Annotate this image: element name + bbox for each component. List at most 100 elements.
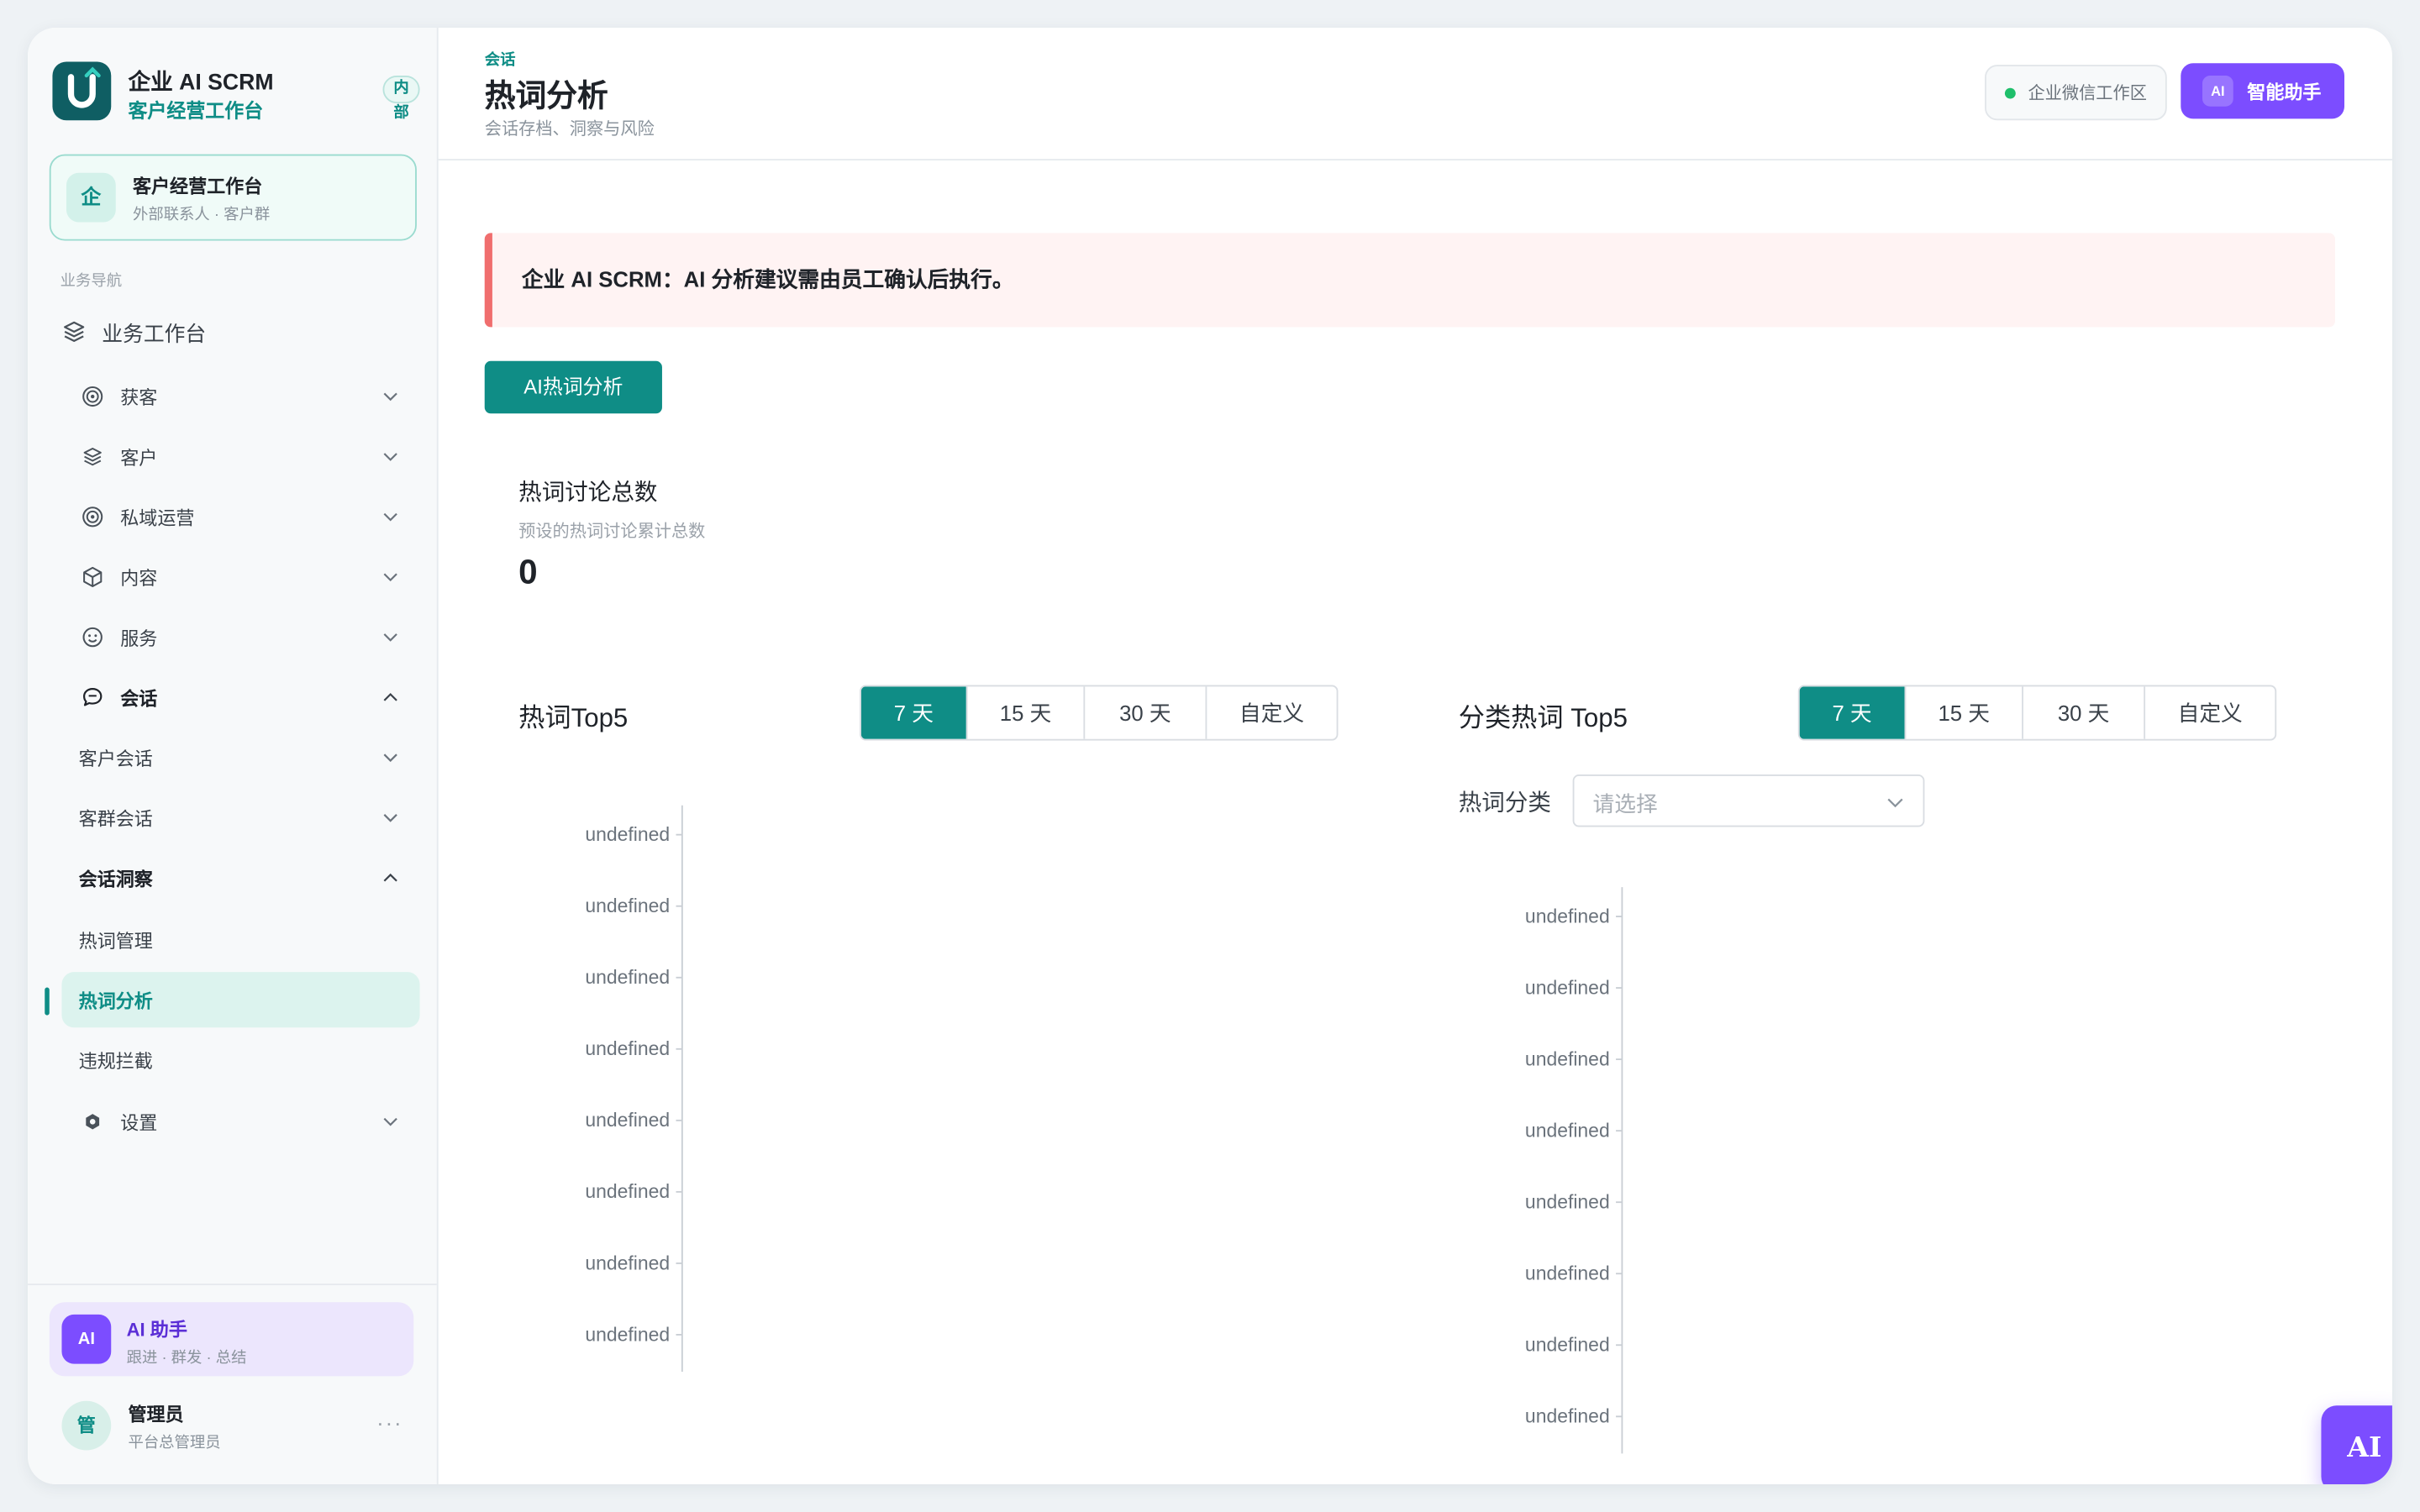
y-axis-tick-label: undefined <box>585 823 670 845</box>
brand-subtitle: 客户经营工作台 <box>128 100 264 123</box>
sidebar-item-label: 私域运营 <box>120 507 195 529</box>
chart-right-title: 分类热词 Top5 <box>1458 703 1628 733</box>
chevron-up-icon <box>383 873 397 882</box>
ai-card-subtitle: 跟进 · 群发 · 总结 <box>126 1350 247 1368</box>
breadcrumb[interactable]: 会话 <box>485 46 516 69</box>
workspace-pill-label: 企业微信工作区 <box>2028 85 2147 104</box>
hotword-category-select[interactable]: 请选择 <box>1572 774 1925 827</box>
chevron-down-icon <box>383 453 397 461</box>
sidebar-active-indicator <box>45 987 50 1016</box>
notice-accent-bar <box>484 233 492 328</box>
sidebar-item-group-conversation[interactable]: 客群会话 <box>79 793 417 843</box>
stat-title: 热词讨论总数 <box>518 480 658 507</box>
select-placeholder: 请选择 <box>1592 791 1658 816</box>
range-option-30[interactable]: 30 天 <box>2022 686 2144 739</box>
sidebar-item-customer[interactable]: 客户 <box>81 432 417 481</box>
range-option-custom[interactable]: 自定义 <box>1205 686 1336 739</box>
smile-icon <box>81 625 105 649</box>
divider <box>28 1284 437 1285</box>
sidebar-item-settings[interactable]: 设置 <box>81 1097 417 1147</box>
notice-text: 企业 AI SCRM：AI 分析建议需由员工确认后执行。 <box>521 266 1014 292</box>
ai-avatar-icon: AI <box>61 1314 112 1364</box>
brand: 企业 AI SCRM 客户经营工作台 内部 <box>52 61 420 123</box>
chevron-down-icon <box>383 512 397 522</box>
page-header: 会话 热词分析 会话存档、洞察与风险 企业微信工作区 AI 智能助手 <box>438 28 2392 161</box>
target-icon <box>81 384 105 408</box>
sidebar-item-label: 业务工作台 <box>102 322 207 346</box>
sidebar-item-customer-conversation[interactable]: 客户会话 <box>79 732 417 782</box>
ai-icon: AI <box>2202 76 2233 107</box>
user-role: 平台总管理员 <box>128 1435 221 1452</box>
y-axis-tick-label: undefined <box>585 966 670 988</box>
y-axis-tick-label: undefined <box>585 1252 670 1273</box>
range-option-7[interactable]: 7 天 <box>860 686 966 739</box>
chevron-down-icon <box>383 753 397 763</box>
sidebar-item-home[interactable]: 业务工作台 <box>61 307 416 357</box>
chevron-down-icon <box>383 392 397 402</box>
workspace-pill[interactable]: 企业微信工作区 <box>1985 65 2167 121</box>
nav-section-label: 业务导航 <box>60 273 123 291</box>
layers-icon <box>61 319 86 344</box>
range-option-7[interactable]: 7 天 <box>1799 686 1905 739</box>
ai-assistant-card[interactable]: AI AI 助手 跟进 · 群发 · 总结 <box>49 1302 414 1377</box>
app-window: 企业 AI SCRM 客户经营工作台 内部 企 客户经营工作台 外部联系人 · … <box>28 28 2392 1484</box>
workspace-title: 客户经营工作台 <box>132 176 263 198</box>
sidebar-item-acquire[interactable]: 获客 <box>81 372 417 422</box>
sidebar-item-conversation-insight[interactable]: 会话洞察 <box>79 853 417 903</box>
sidebar-item-hotword-manage[interactable]: 热词管理 <box>79 915 417 964</box>
sidebar-item-violation[interactable]: 违规拦截 <box>79 1035 417 1084</box>
page-title: 热词分析 <box>484 80 608 114</box>
sidebar-item-label: 客户 <box>120 446 158 469</box>
sidebar-item-content[interactable]: 内容 <box>81 553 417 602</box>
page-subtitle: 会话存档、洞察与风险 <box>484 120 655 139</box>
hotword-top5-chart: undefined undefined undefined undefined unde… <box>585 805 683 1373</box>
sidebar-item-label: 设置 <box>120 1111 158 1134</box>
range-option-30[interactable]: 30 天 <box>1083 686 1205 739</box>
target-icon <box>81 505 105 529</box>
app-logo-icon <box>52 61 112 121</box>
sidebar-item-hotword-analysis[interactable]: 热词分析 <box>79 975 417 1025</box>
chevron-down-icon <box>1887 798 1903 808</box>
smart-assistant-button[interactable]: AI 智能助手 <box>2181 63 2344 119</box>
ai-floating-button[interactable]: AI <box>2321 1405 2392 1484</box>
sidebar-item-label: 热词管理 <box>78 929 153 952</box>
sidebar-item-label: 热词分析 <box>78 990 153 1011</box>
chevron-down-icon <box>383 814 397 822</box>
settings-icon <box>81 1110 105 1134</box>
sidebar-item-label: 客群会话 <box>78 807 153 830</box>
stat-description: 预设的热词讨论累计总数 <box>518 522 706 542</box>
range-option-custom[interactable]: 自定义 <box>2144 686 2275 739</box>
range-segment-left: 7 天 15 天 30 天 自定义 <box>860 685 1339 741</box>
sidebar-item-label: 服务 <box>120 627 158 649</box>
more-menu-icon[interactable]: ··· <box>376 1410 402 1435</box>
workspace-card[interactable]: 企 客户经营工作台 外部联系人 · 客户群 <box>49 154 417 241</box>
y-axis-tick-label: undefined <box>585 1323 670 1345</box>
ai-hotword-analysis-button[interactable]: AI热词分析 <box>484 360 662 414</box>
sidebar-item-conversation[interactable]: 会话 <box>81 673 417 722</box>
user-name: 管理员 <box>128 1404 184 1426</box>
sidebar-item-label: 内容 <box>120 567 158 589</box>
range-option-15[interactable]: 15 天 <box>1904 686 2023 739</box>
smart-assistant-label: 智能助手 <box>2247 81 2322 103</box>
chevron-down-icon <box>383 573 397 582</box>
range-option-15[interactable]: 15 天 <box>965 686 1084 739</box>
sidebar-item-label: 会话洞察 <box>78 868 153 890</box>
sidebar-item-private-ops[interactable]: 私域运营 <box>81 492 417 542</box>
y-axis-tick-label: undefined <box>585 1109 670 1131</box>
y-axis-tick-label: undefined <box>1525 1405 1610 1427</box>
sidebar-item-label: 获客 <box>120 386 158 408</box>
chart-left-title: 热词Top5 <box>518 703 629 733</box>
sidebar-item-service[interactable]: 服务 <box>81 612 417 662</box>
sidebar-item-label: 会话 <box>120 687 158 709</box>
y-axis-tick-label: undefined <box>585 1037 670 1059</box>
y-axis-tick-label: undefined <box>1525 976 1610 998</box>
y-axis-tick-label: undefined <box>1525 1119 1610 1141</box>
chevron-down-icon <box>383 633 397 642</box>
sidebar-item-label: 违规拦截 <box>78 1049 153 1072</box>
sidebar: 企业 AI SCRM 客户经营工作台 内部 企 客户经营工作台 外部联系人 · … <box>28 28 439 1484</box>
range-segment-right: 7 天 15 天 30 天 自定义 <box>1797 685 2277 741</box>
category-hotword-top5-chart: undefined undefined undefined undefined unde… <box>1525 887 1623 1454</box>
y-axis-tick-label: undefined <box>1525 1047 1610 1069</box>
chevron-up-icon <box>383 692 397 701</box>
workspace-subtitle: 外部联系人 · 客户群 <box>132 207 271 224</box>
